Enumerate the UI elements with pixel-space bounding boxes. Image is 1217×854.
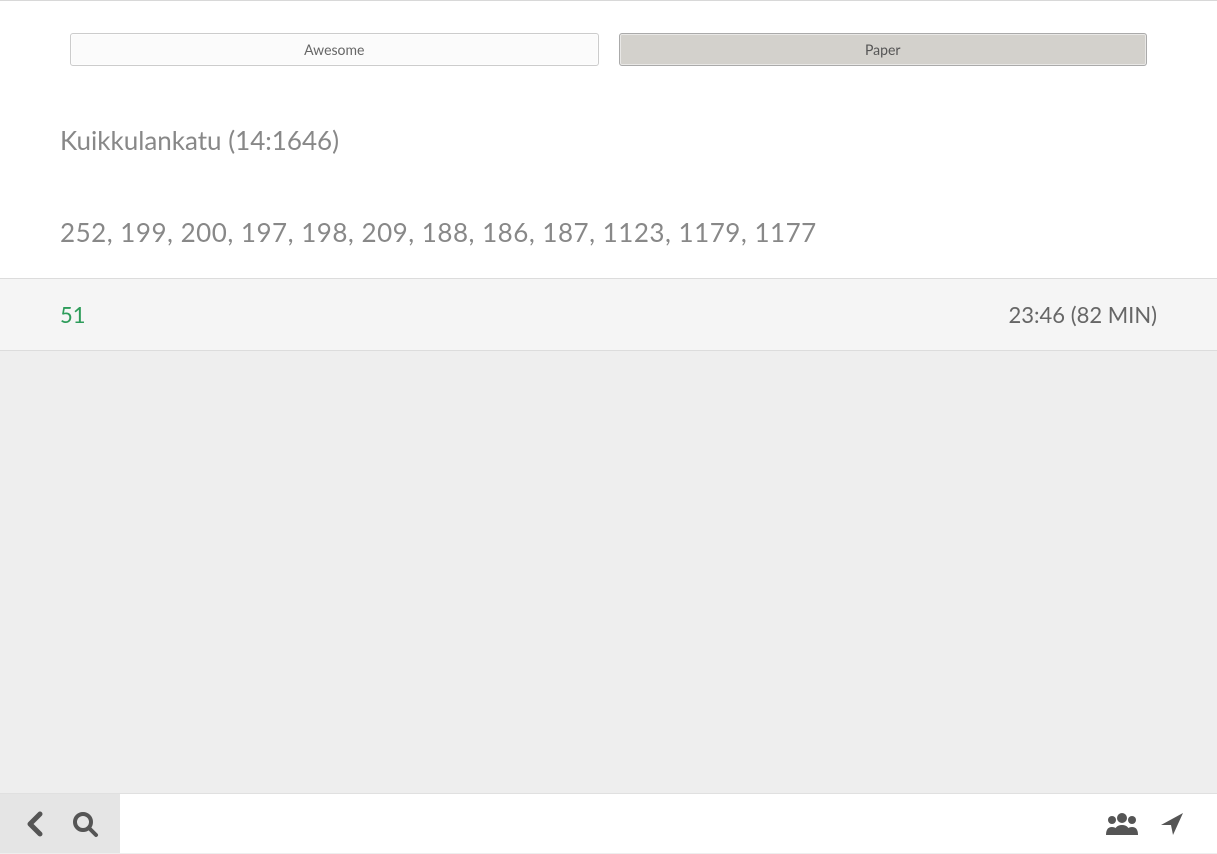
title-section: Kuikkulankatu (14:1646) [0,84,1217,166]
departure-time: 23:46 (82 MIN) [1009,301,1157,328]
search-button[interactable] [60,794,110,854]
group-button[interactable] [1097,794,1147,854]
numbers-list: 252, 199, 200, 197, 198, 209, 188, 186, … [60,216,1157,248]
chevron-left-icon [24,810,46,838]
locate-button[interactable] [1147,794,1197,854]
back-button[interactable] [10,794,60,854]
tab-awesome[interactable]: Awesome [70,33,599,66]
tabs-container: Awesome Paper [0,1,1217,84]
search-icon [71,810,99,838]
departure-row[interactable]: 51 23:46 (82 MIN) [0,279,1217,351]
numbers-section: 252, 199, 200, 197, 198, 209, 188, 186, … [0,166,1217,279]
bottom-right-group [1097,794,1217,853]
bottom-toolbar [0,793,1217,853]
users-icon [1106,811,1138,837]
route-number: 51 [60,301,86,328]
location-arrow-icon [1159,811,1185,837]
tab-paper[interactable]: Paper [619,33,1148,66]
bottom-left-group [0,794,120,853]
page-title: Kuikkulankatu (14:1646) [60,124,1157,156]
